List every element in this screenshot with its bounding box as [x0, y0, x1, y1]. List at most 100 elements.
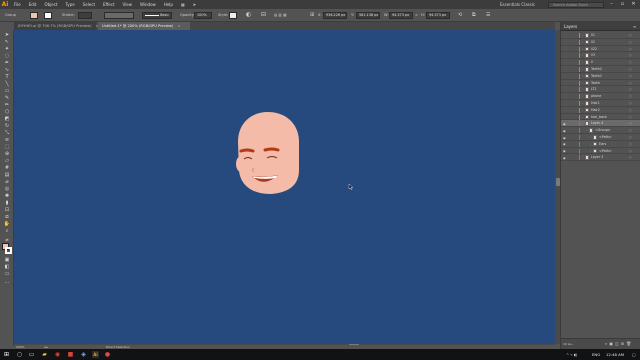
target-icon[interactable]: ○	[629, 101, 632, 106]
chrome-icon[interactable]: ◉	[54, 351, 61, 358]
layers-tab[interactable]: Layers	[564, 24, 577, 29]
expand-chevron-icon[interactable]: ›	[582, 74, 583, 79]
layer-row[interactable]: › ll2 ○	[561, 39, 640, 46]
tab-joyhho[interactable]: JOYHHO.ai @ 706.7% (RGB/GPU Preview)×	[14, 22, 99, 30]
layer-row[interactable]: › ll1 ○	[561, 32, 640, 39]
expand-chevron-icon[interactable]: ›	[582, 121, 583, 126]
target-icon[interactable]: ○	[629, 60, 632, 65]
menu-file[interactable]: File	[10, 0, 25, 9]
send-icon[interactable]: ➤	[189, 0, 200, 9]
h-input[interactable]: 94.373 px	[426, 12, 450, 19]
screen-mode-icon[interactable]: ▭	[3, 271, 11, 277]
close-window-icon[interactable]: ✕	[628, 0, 639, 9]
target-icon[interactable]: ○	[629, 33, 632, 38]
target-icon[interactable]: ○	[629, 40, 632, 45]
fill-swatch[interactable]	[30, 12, 38, 19]
search-icon[interactable]: ○	[16, 351, 23, 358]
rotate-icon[interactable]: ↻	[3, 123, 11, 129]
visibility-eye-icon[interactable]: ◉	[563, 122, 566, 126]
type-tool-icon[interactable]: T	[3, 74, 11, 80]
target-icon[interactable]: ○	[629, 142, 632, 147]
visibility-eye-icon[interactable]: ◉	[563, 149, 566, 153]
visibility-eye-icon[interactable]	[563, 95, 566, 98]
layer-row[interactable]: › phone ○	[561, 93, 640, 100]
symbol-sprayer-icon[interactable]: ✺	[3, 193, 11, 199]
brush-definition-select[interactable]: Basic	[142, 12, 172, 19]
visibility-eye-icon[interactable]: ◉	[563, 142, 566, 146]
layer-row[interactable]: › LT1 ○	[561, 86, 640, 94]
target-icon[interactable]: ○	[629, 121, 632, 126]
expand-chevron-icon[interactable]: ›	[590, 135, 591, 140]
layer-actions-icon[interactable]: ⌕▣◫⊞🗑	[605, 341, 633, 346]
file-explorer-icon[interactable]: ▰	[41, 351, 48, 358]
expand-chevron-icon[interactable]: ›	[582, 53, 583, 58]
stroke-color-icon[interactable]	[5, 247, 12, 254]
close-tab-icon[interactable]: ×	[177, 24, 180, 28]
tab-untitled-1[interactable]: Untitled-1* @ 200% (RGB/GPU Preview) ×	[98, 22, 190, 30]
expand-chevron-icon[interactable]: ›	[590, 149, 591, 154]
gradient-icon[interactable]: ▤	[3, 172, 11, 178]
target-icon[interactable]: ○	[629, 128, 632, 133]
visibility-eye-icon[interactable]	[563, 54, 566, 57]
menu-view[interactable]: View	[119, 0, 137, 9]
task-view-icon[interactable]: ▭	[28, 351, 35, 358]
menu-object[interactable]: Object	[40, 0, 61, 9]
target-icon[interactable]: ○	[629, 108, 632, 113]
transform-icon[interactable]: ⟲	[458, 12, 462, 18]
perspective-icon[interactable]: ▱	[3, 158, 11, 164]
hand-tool-icon[interactable]: ✋	[3, 221, 11, 227]
layer-row[interactable]: › Teeth ○	[561, 80, 640, 87]
expand-chevron-icon[interactable]: ›	[582, 101, 583, 106]
layer-row[interactable]: › ll22 ○	[561, 46, 640, 53]
pen-tool-icon[interactable]: ✒	[3, 60, 11, 66]
eraser-icon[interactable]: ◩	[3, 116, 11, 122]
menu-edit[interactable]: Edit	[25, 0, 41, 9]
visibility-eye-icon[interactable]	[563, 108, 566, 111]
layer-row[interactable]: ◉ › <Path> ○	[561, 134, 640, 141]
artboard-canvas[interactable]	[14, 30, 555, 344]
menu-help[interactable]: Help	[160, 0, 177, 9]
target-icon[interactable]: ○	[629, 149, 632, 154]
width-tool-icon[interactable]: ≋	[3, 137, 11, 143]
reference-point-icon[interactable]: ⊞	[310, 12, 314, 18]
shaper-icon[interactable]: ⬡	[3, 109, 11, 115]
start-icon[interactable]: ⊞	[3, 351, 10, 358]
visibility-eye-icon[interactable]	[563, 74, 566, 77]
expand-chevron-icon[interactable]: ›	[582, 81, 583, 86]
target-icon[interactable]: ○	[629, 74, 632, 79]
layer-row[interactable]: ◉ › <Path> ○	[561, 148, 640, 155]
expand-chevron-icon[interactable]: ›	[582, 108, 583, 113]
layer-row[interactable]: › Teeth1 ○	[561, 73, 640, 80]
app-icon-red[interactable]: ■	[67, 351, 74, 358]
tray-icons[interactable]: ^ ⌁ ◖)	[566, 352, 577, 357]
menu-type[interactable]: Type	[61, 0, 78, 9]
link-proportions-icon[interactable]: ∞	[415, 13, 418, 17]
eyedropper-icon[interactable]: ⌀	[3, 179, 11, 185]
magic-wand-icon[interactable]: ✦	[3, 46, 11, 52]
expand-chevron-icon[interactable]: ›	[582, 115, 583, 120]
visibility-eye-icon[interactable]	[563, 61, 566, 64]
graphic-style-swatch[interactable]	[229, 12, 237, 19]
layer-row[interactable]: ◉ › Layer 4 ○	[561, 120, 640, 128]
free-transform-icon[interactable]: ⬚	[3, 144, 11, 150]
paintbrush-icon[interactable]: ✎	[3, 95, 11, 101]
rectangle-tool-icon[interactable]: ▭	[3, 88, 11, 94]
expand-chevron-icon[interactable]: ›	[582, 47, 583, 52]
visibility-eye-icon[interactable]	[563, 81, 566, 84]
expand-chevron-icon[interactable]: ›	[582, 60, 583, 65]
layer-row[interactable]: › Teeth2 ○	[561, 66, 640, 73]
visibility-eye-icon[interactable]	[563, 34, 566, 37]
recorder-icon[interactable]: ●	[104, 351, 111, 358]
expand-chevron-icon[interactable]: ›	[582, 40, 583, 45]
recolor-artwork-icon[interactable]: ◐	[246, 11, 251, 18]
visibility-eye-icon[interactable]	[563, 115, 566, 118]
expand-chevron-icon[interactable]: ›	[586, 128, 587, 133]
layer-row[interactable]: ◉ › <Group> ○	[561, 127, 640, 134]
align-options-icon[interactable]: ▤ ▥ ▦	[274, 13, 286, 17]
target-icon[interactable]: ○	[629, 53, 632, 58]
panel-menu-icon[interactable]: ☰	[486, 12, 490, 18]
visibility-eye-icon[interactable]	[563, 102, 566, 105]
arrange-documents-icon[interactable]: ▦	[177, 0, 189, 9]
align-icon[interactable]: ⊟	[261, 11, 266, 18]
stroke-swatch[interactable]	[44, 12, 52, 19]
